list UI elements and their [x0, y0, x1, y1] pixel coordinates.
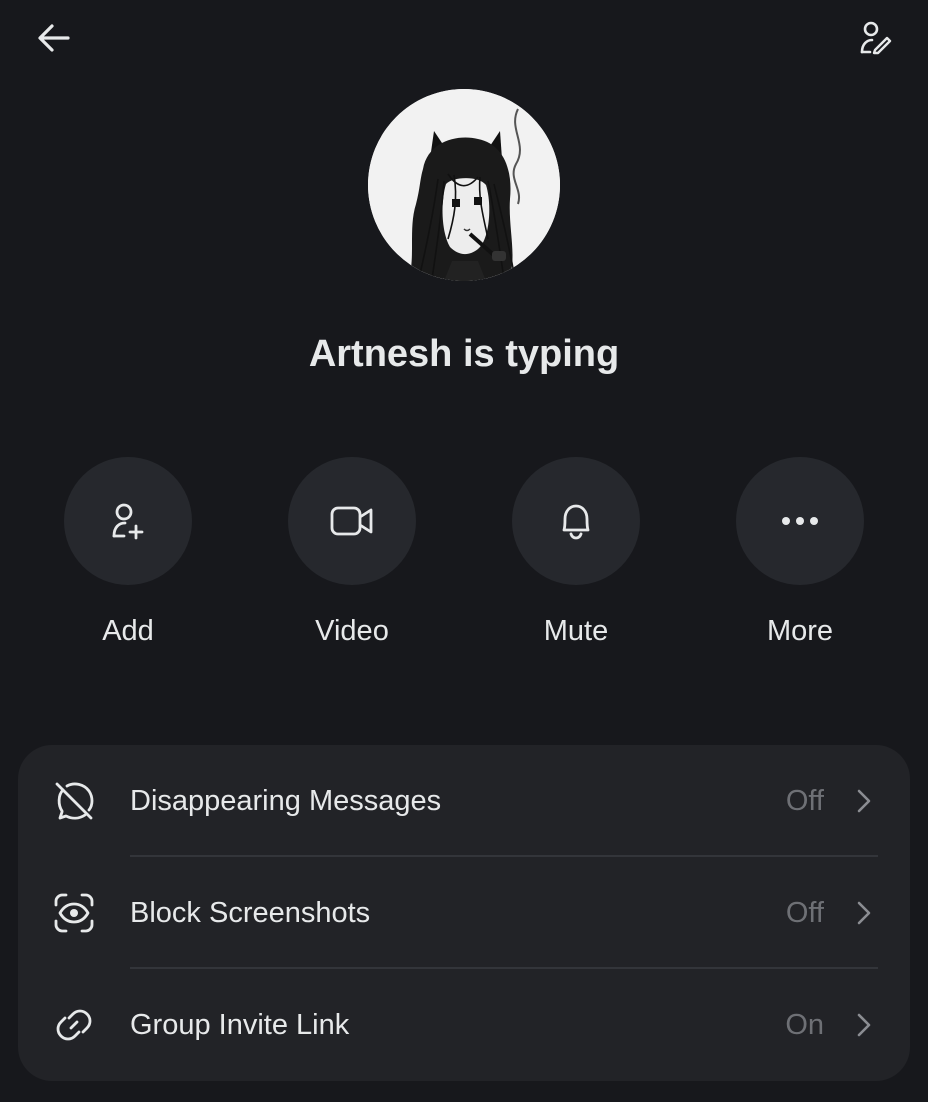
block-screenshots-row[interactable]: Block Screenshots Off [18, 857, 910, 969]
video-camera-icon [330, 506, 373, 536]
arrow-left-icon [38, 24, 70, 52]
timer-off-icon [50, 777, 98, 825]
action-row: Add Video Mute More [0, 457, 928, 657]
chevron-right-icon [857, 789, 871, 813]
disappearing-messages-value: Off [785, 785, 824, 817]
group-info-screen: Artnesh is typing Add Video Mute More Di… [0, 0, 928, 1102]
back-button[interactable] [30, 16, 78, 60]
add-label: Add [102, 615, 154, 647]
screenshot-eye-icon [50, 889, 98, 937]
more-button[interactable]: More [720, 457, 880, 651]
mute-button[interactable]: Mute [496, 457, 656, 651]
group-avatar[interactable] [368, 89, 560, 281]
mute-button-circle[interactable] [512, 457, 640, 585]
group-invite-link-label: Group Invite Link [130, 1009, 350, 1041]
video-button[interactable]: Video [272, 457, 432, 651]
more-label: More [766, 615, 834, 647]
chevron-right-icon [857, 901, 871, 925]
edit-group-button[interactable] [850, 16, 900, 60]
block-screenshots-label: Block Screenshots [130, 897, 371, 929]
bell-icon [562, 504, 590, 540]
video-button-circle[interactable] [288, 457, 416, 585]
video-label: Video [315, 615, 389, 647]
block-screenshots-value: Off [785, 897, 824, 929]
add-button-circle[interactable] [64, 457, 192, 585]
link-icon [50, 1001, 98, 1049]
group-invite-link-row[interactable]: Group Invite Link On [18, 969, 910, 1081]
add-person-icon [112, 503, 144, 540]
add-button[interactable]: Add [48, 457, 208, 651]
group-title: Artnesh is typing [308, 333, 620, 375]
group-invite-link-value: On [785, 1009, 824, 1041]
disappearing-messages-row[interactable]: Disappearing Messages Off [18, 745, 910, 857]
person-edit-icon [860, 21, 892, 55]
more-dots-icon [782, 517, 818, 525]
more-button-circle[interactable] [736, 457, 864, 585]
mute-label: Mute [543, 615, 609, 647]
disappearing-messages-label: Disappearing Messages [130, 785, 442, 817]
settings-card: Disappearing Messages Off Block Screensh… [18, 745, 910, 1081]
chevron-right-icon [857, 1013, 871, 1037]
avatar-illustration [368, 89, 560, 281]
